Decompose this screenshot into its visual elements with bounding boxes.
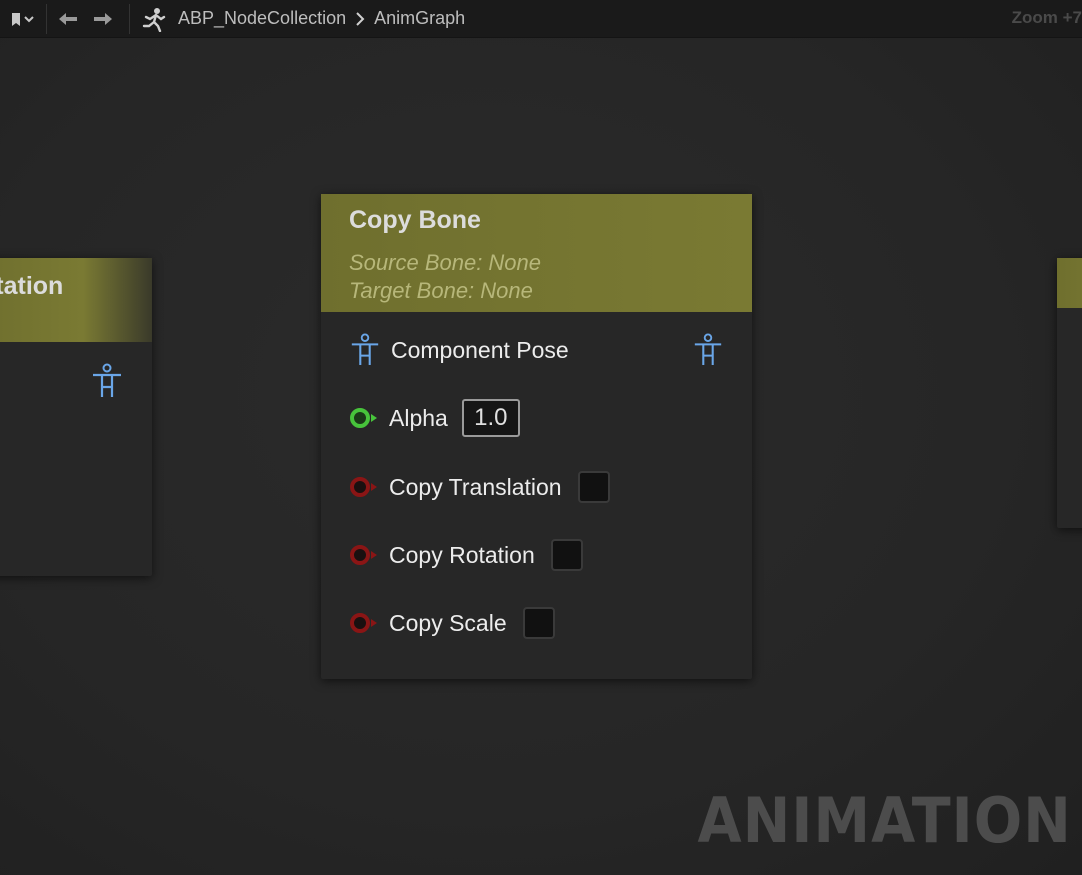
bool-pin-icon[interactable] <box>349 476 379 498</box>
copy-scale-row: Copy Scale <box>349 607 555 639</box>
copy-rotation-row: Copy Rotation <box>349 539 583 571</box>
pose-output-pin-icon[interactable] <box>692 332 724 368</box>
toolbar-divider <box>129 3 130 34</box>
alpha-label: Alpha <box>389 404 448 431</box>
left-node-title: otation <box>0 272 64 300</box>
copy-bone-header[interactable]: Copy Bone Source Bone: None Target Bone:… <box>321 194 752 312</box>
node-title: Copy Bone <box>349 206 481 234</box>
float-pin-icon[interactable] <box>349 407 379 429</box>
breadcrumb-graph[interactable]: AnimGraph <box>374 8 465 29</box>
alpha-row: Alpha 1.0 <box>349 399 520 437</box>
copy-bone-node[interactable]: Copy Bone Source Bone: None Target Bone:… <box>321 194 752 679</box>
right-node-header[interactable] <box>1057 258 1082 308</box>
component-pose-label: Component Pose <box>391 336 569 363</box>
right-anim-node[interactable] <box>1057 258 1082 528</box>
forward-button[interactable] <box>83 0 123 37</box>
copy-translation-checkbox[interactable] <box>577 471 610 503</box>
graph-toolbar: ABP_NodeCollection AnimGraph Zoom +7 <box>0 0 1082 38</box>
zoom-level: Zoom +7 <box>1011 8 1082 27</box>
pose-input-pin-icon[interactable] <box>349 332 381 368</box>
bool-pin-icon[interactable] <box>349 544 379 566</box>
back-button[interactable] <box>53 0 83 37</box>
breadcrumb-asset[interactable]: ABP_NodeCollection <box>178 8 346 29</box>
alpha-value-input[interactable]: 1.0 <box>461 399 520 437</box>
bool-pin-icon[interactable] <box>349 612 379 634</box>
copy-scale-label: Copy Scale <box>389 609 507 636</box>
copy-translation-label: Copy Translation <box>389 473 562 500</box>
chevron-right-icon <box>356 11 365 26</box>
toolbar-divider <box>46 3 47 34</box>
copy-scale-checkbox[interactable] <box>522 607 555 639</box>
bookmark-dropdown-button[interactable] <box>0 0 40 37</box>
anim-blueprint-icon <box>136 0 170 37</box>
arrow-right-icon <box>94 12 112 25</box>
copy-rotation-checkbox[interactable] <box>550 539 583 571</box>
copy-translation-row: Copy Translation <box>349 471 610 503</box>
copy-rotation-label: Copy Rotation <box>389 541 535 568</box>
graph-canvas[interactable]: ABP_NodeCollection AnimGraph Zoom +7 ota… <box>0 0 1082 875</box>
arrow-left-icon <box>59 12 77 25</box>
pose-output-pin-icon[interactable] <box>90 363 124 399</box>
component-pose-row: Component Pose <box>349 332 569 368</box>
bookmark-icon <box>12 12 34 26</box>
left-node-header[interactable]: otation <box>0 258 152 342</box>
source-bone-label: Source Bone: None <box>349 250 542 275</box>
graph-type-watermark: ANIMATION <box>697 784 1072 857</box>
target-bone-label: Target Bone: None <box>349 278 533 303</box>
left-anim-node[interactable]: otation <box>0 258 152 576</box>
